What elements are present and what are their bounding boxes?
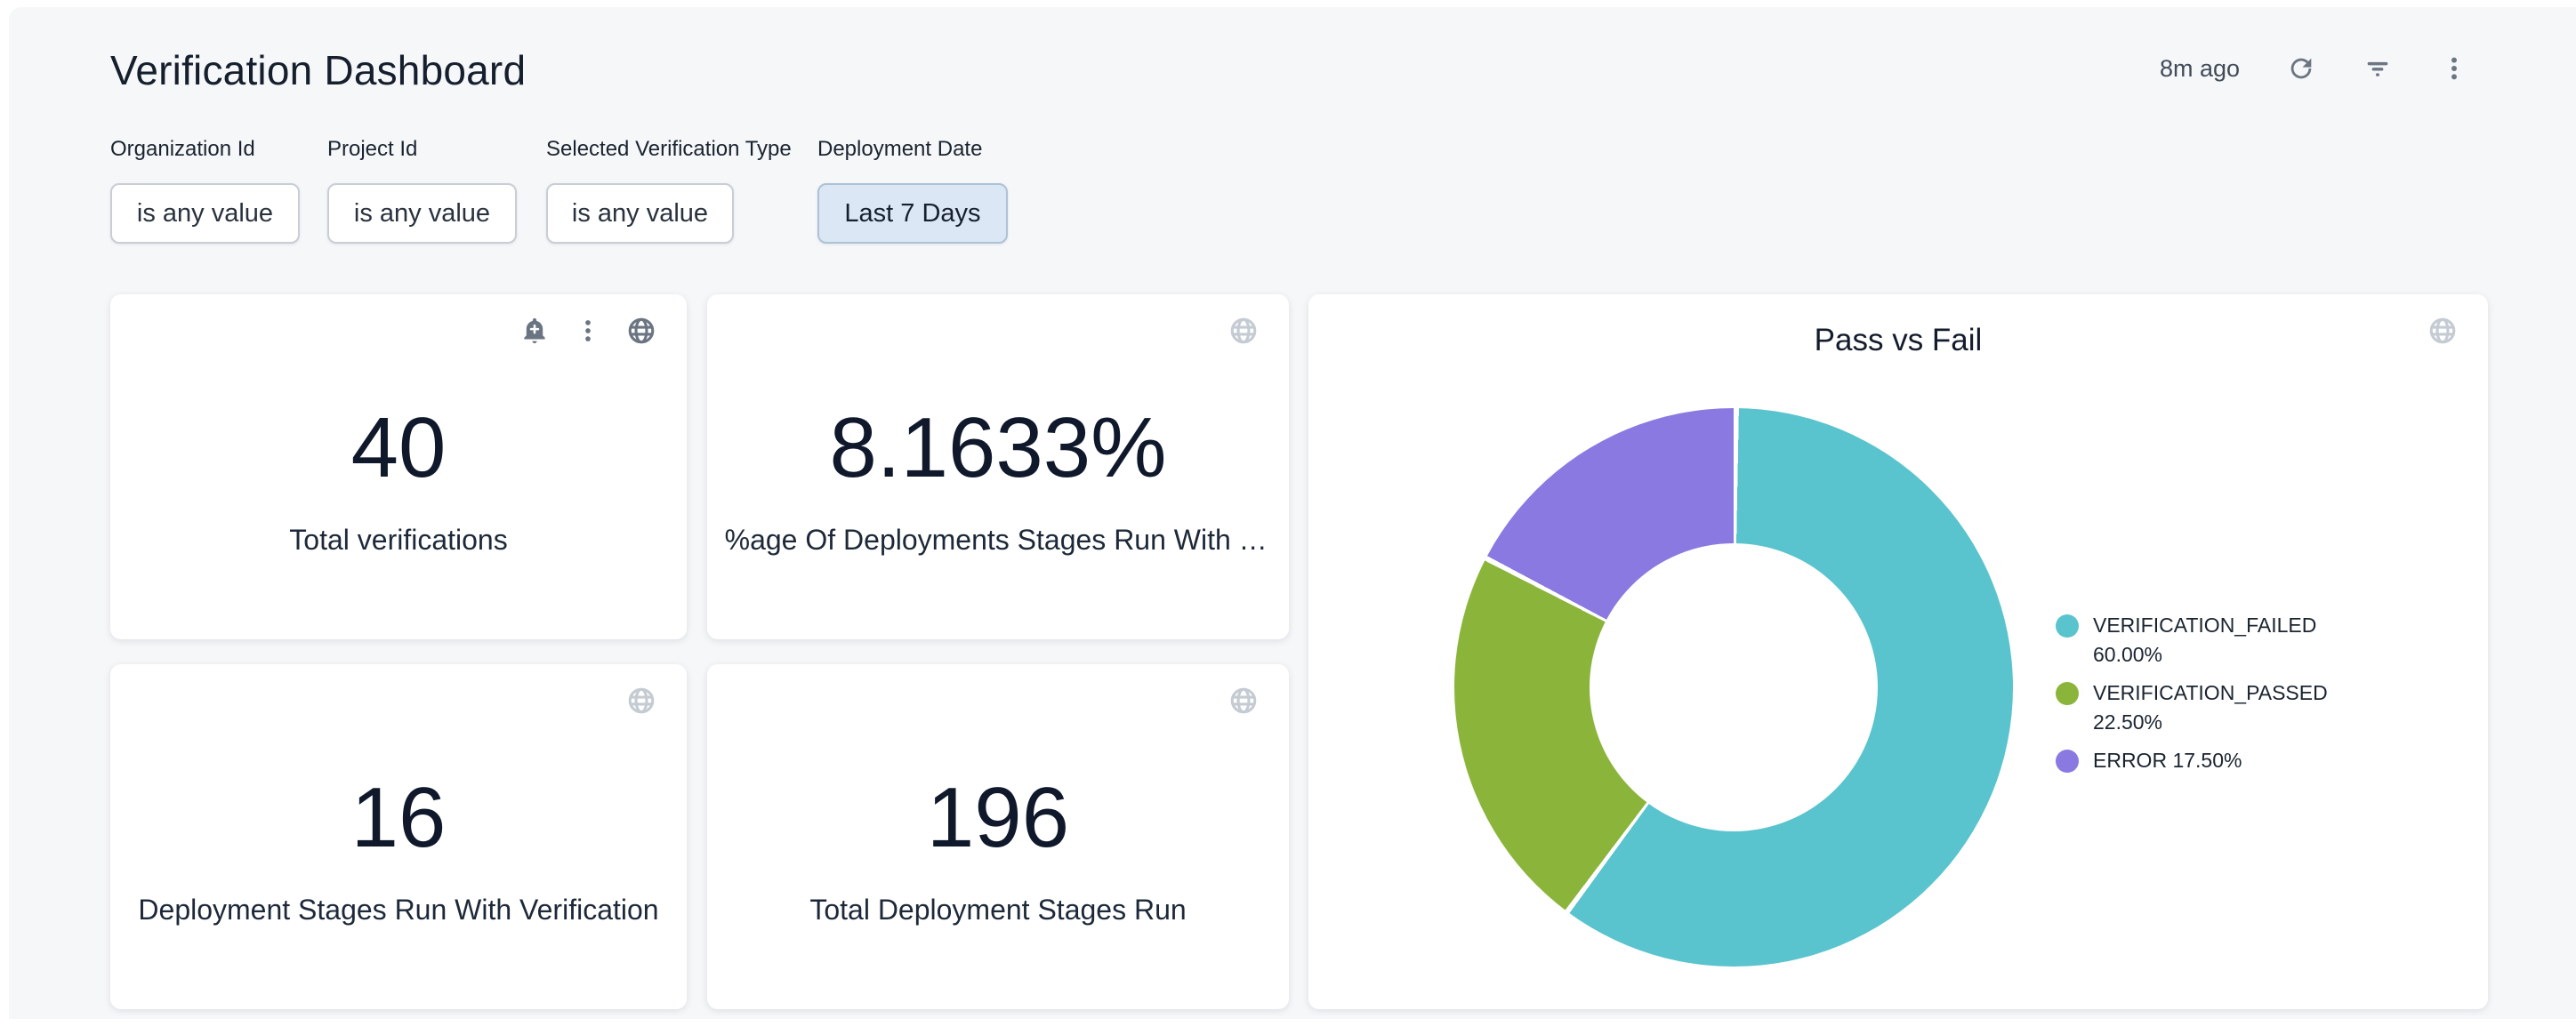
tile-label: Total Deployment Stages Run [809,893,1186,927]
filter-verification-type: Selected Verification Type is any value [546,137,792,244]
filter-value-button[interactable]: is any value [110,183,300,244]
legend-item-verification-passed[interactable]: VERIFICATION_PASSED 22.50% [2056,678,2328,737]
legend-item-verification-failed[interactable]: VERIFICATION_FAILED 60.00% [2056,611,2328,670]
filter-value-button[interactable]: is any value [327,183,517,244]
tile-label: Total verifications [289,523,507,557]
legend-dot [2056,682,2079,705]
legend-label: VERIFICATION_FAILED 60.00% [2093,611,2316,670]
tile-label: Deployment Stages Run With Verification [138,893,658,927]
tile-total-stages-run: 196 Total Deployment Stages Run [707,664,1289,1009]
tile-value: 40 [351,404,447,493]
dashboard-page: Verification Dashboard 8m ago [0,0,2576,1019]
tile-value: 8.1633% [830,404,1167,493]
chart-title: Pass vs Fail [1308,323,2488,358]
legend-item-error[interactable]: ERROR 17.50% [2056,746,2328,775]
tile-pct-stages-with-verification: 8.1633% %age Of Deployments Stages Run W… [707,294,1289,639]
tile-value: 196 [927,774,1069,863]
legend-label: VERIFICATION_PASSED 22.50% [2093,678,2328,737]
filter-deployment-date: Deployment Date Last 7 Days [817,137,1008,244]
last-refresh-time: 8m ago [2160,55,2240,83]
tile-stages-run-with-verification: 16 Deployment Stages Run With Verificati… [110,664,687,1009]
legend-label: ERROR 17.50% [2093,746,2242,775]
filter-project-id: Project Id is any value [327,137,517,244]
pass-vs-fail-card: Pass vs Fail VERIFICATION_FAILED 60.00% [1308,294,2488,1009]
donut-chart[interactable] [1454,408,2013,967]
filter-organization-id: Organization Id is any value [110,137,300,244]
globe-icon[interactable] [2427,316,2458,346]
chart-legend: VERIFICATION_FAILED 60.00% VERIFICATION_… [2056,611,2328,775]
filter-label: Organization Id [110,137,300,162]
legend-dot [2056,614,2079,638]
filter-label: Deployment Date [817,137,1008,162]
tile-total-verifications: 40 Total verifications [110,294,687,639]
page-title: Verification Dashboard [110,46,526,94]
legend-dot [2056,750,2079,773]
tile-value: 16 [351,774,447,863]
kebab-menu-icon[interactable] [2439,53,2469,84]
tile-label: %age Of Deployments Stages Run With V… [725,523,1272,557]
filter-value-button[interactable]: Last 7 Days [817,183,1008,244]
filter-value-button[interactable]: is any value [546,183,734,244]
refresh-icon[interactable] [2286,53,2316,84]
filter-icon[interactable] [2363,53,2393,84]
filter-label: Selected Verification Type [546,137,792,162]
header-actions: 8m ago [2160,53,2469,84]
dashboard-canvas: Verification Dashboard 8m ago [9,7,2576,1019]
filter-label: Project Id [327,137,517,162]
